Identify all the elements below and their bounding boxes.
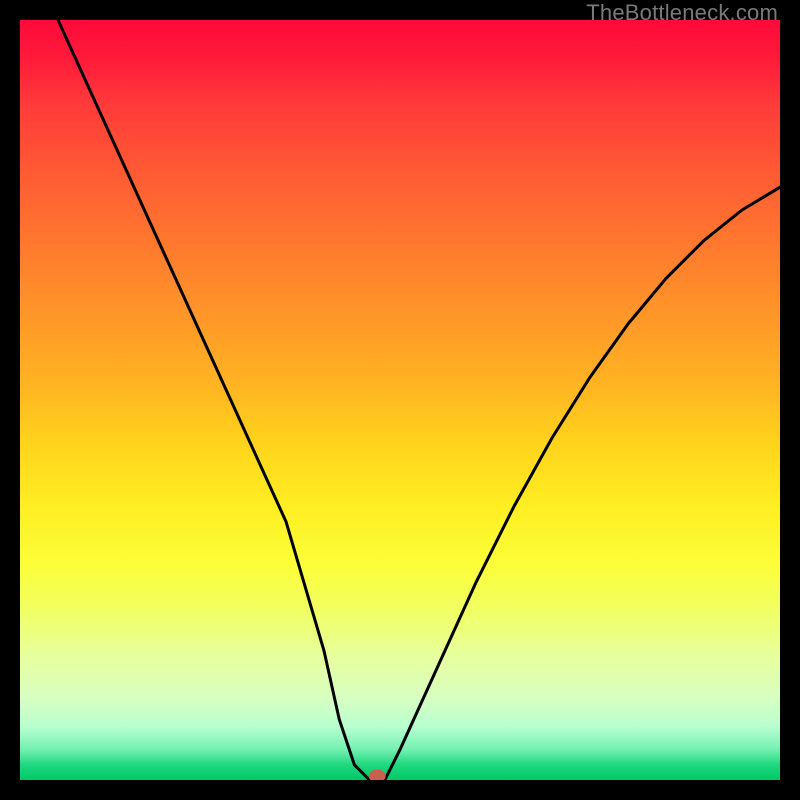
plot-area xyxy=(20,20,780,780)
chart-frame: TheBottleneck.com xyxy=(0,0,800,800)
curve-svg xyxy=(20,20,780,780)
bottleneck-curve-path xyxy=(58,20,780,780)
marker-dot xyxy=(369,770,385,780)
